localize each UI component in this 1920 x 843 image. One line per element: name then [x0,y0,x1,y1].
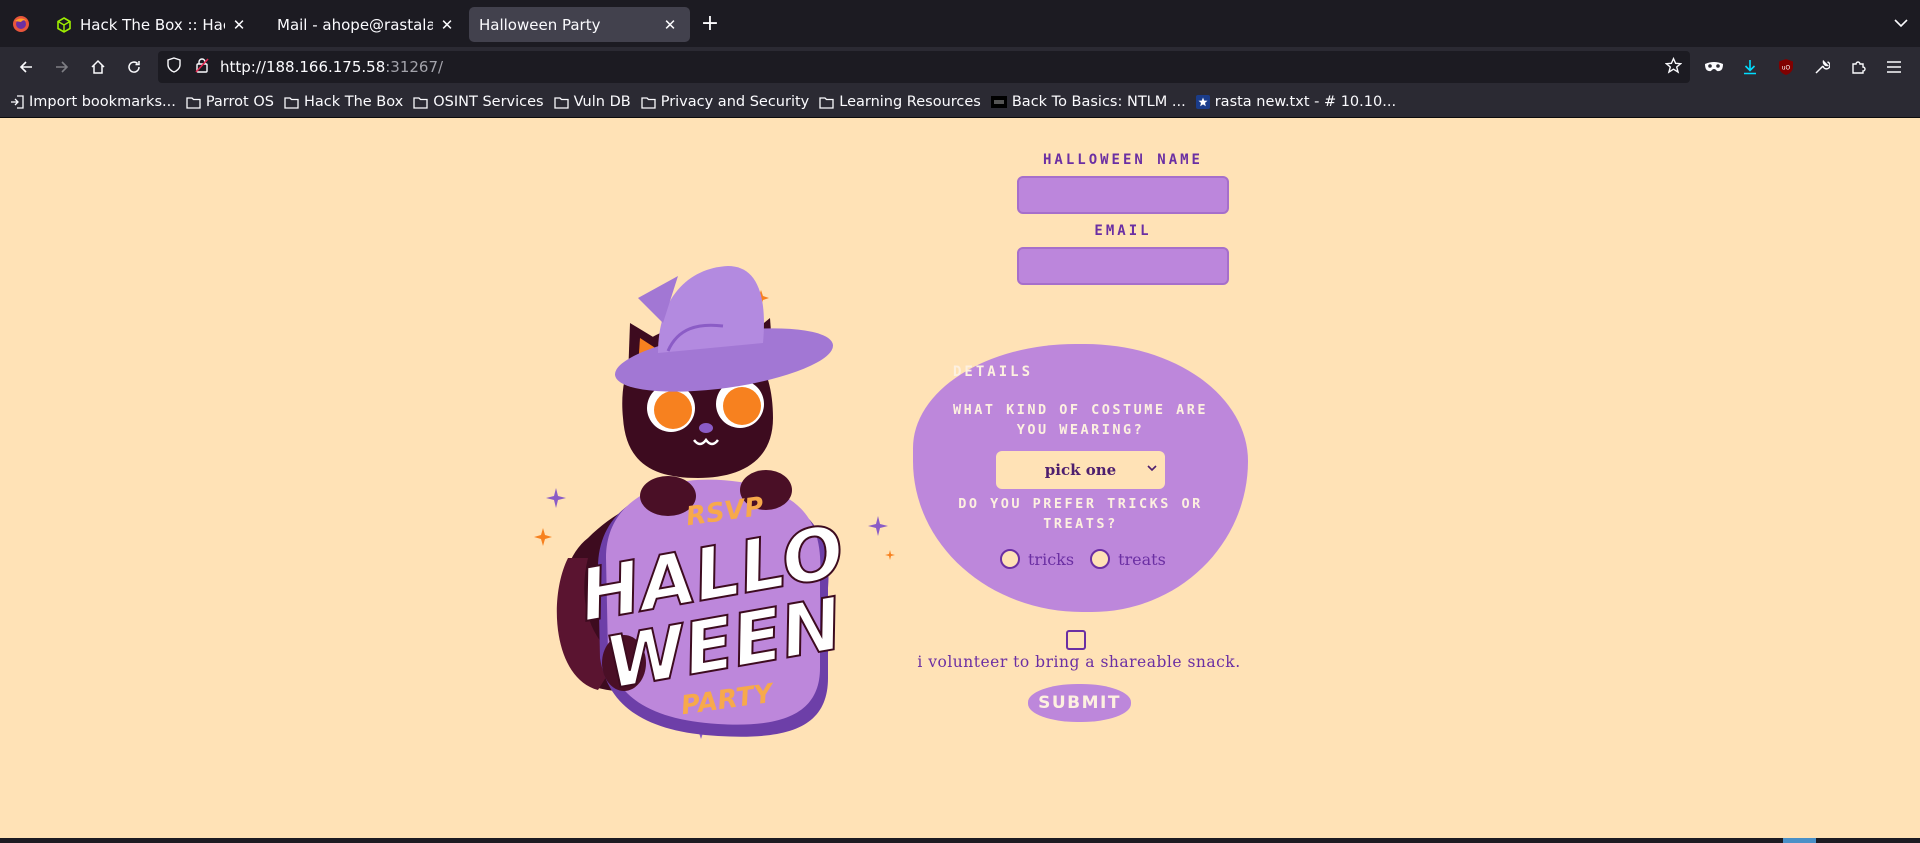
costume-select-value: pick one [1044,461,1117,479]
page-viewport: RSVP HALLO WEEN PARTY HALLOWEEN NAME EMA… [0,118,1920,838]
folder-icon [819,96,834,109]
star-site-icon [1195,95,1210,109]
bookmark-folder-learning-resources[interactable]: Learning Resources [819,94,981,110]
extensions-puzzle-icon[interactable] [1840,51,1876,83]
navigation-toolbar: http://188.166.175.58:31267/ uO [0,47,1920,87]
back-arrow-icon[interactable] [8,51,44,83]
sparkle-icon [868,516,888,536]
rsvp-form: HALLOWEEN NAME EMAIL [908,152,1338,285]
close-tab-icon[interactable]: ✕ [660,15,680,35]
bookmark-folder-vuln-db[interactable]: Vuln DB [553,94,631,110]
costume-select[interactable]: pick one [996,451,1165,489]
details-section: DETAILS WHAT KIND OF COSTUME ARE YOU WEA… [913,344,1248,612]
bookmark-label: Learning Resources [839,94,981,110]
bookmark-label: Parrot OS [205,94,274,110]
costume-question: WHAT KIND OF COSTUME ARE YOU WEARING? [952,402,1209,438]
submit-button[interactable]: SUBMIT [1028,684,1131,722]
wrench-tools-icon[interactable] [1804,51,1840,83]
tab-label: Mail - ahope@rastalabs.local [277,15,433,34]
email-input[interactable] [1017,247,1229,285]
tricks-radio-label: tricks [1028,549,1075,569]
folder-icon [641,96,656,109]
tab-label: Hack The Box :: Hack The Box [80,15,225,34]
treats-radio[interactable] [1090,549,1111,569]
list-all-tabs-chevron-icon[interactable] [1894,13,1908,32]
import-icon [10,95,24,109]
hamburger-menu-icon[interactable] [1876,51,1912,83]
insecure-lock-icon[interactable] [194,57,210,77]
treats-radio-label: treats [1118,549,1166,569]
snack-volunteer-checkbox[interactable] [1066,630,1086,650]
url-text: http://188.166.175.58:31267/ [220,58,443,76]
close-tab-icon[interactable]: ✕ [229,15,249,35]
bookmark-label: Import bookmarks... [29,94,176,110]
sparkle-icon [534,528,552,546]
bookmark-label: OSINT Services [433,94,544,110]
site-icon [990,96,1007,108]
home-icon[interactable] [80,51,116,83]
folder-icon [553,96,569,109]
details-title: DETAILS [953,364,1034,380]
chevron-down-icon [1147,462,1157,475]
bookmark-label: Vuln DB [573,94,631,110]
bookmark-star-icon[interactable] [1664,56,1683,78]
tricks-treats-radio-group: tricks treats [1000,549,1182,569]
sparkle-icon [546,488,566,508]
tab-label: Halloween Party [479,15,601,34]
close-tab-icon[interactable]: ✕ [437,15,457,35]
tricks-or-treats-question: DO YOU PREFER TRICKS OR TREATS? [958,496,1203,532]
url-host: http://188.166.175.58 [220,58,386,76]
bookmark-folder-hack-the-box[interactable]: Hack The Box [284,94,403,110]
bookmark-rasta-new[interactable]: rasta new.txt - # 10.10... [1195,94,1397,110]
tab-mail[interactable]: Mail - ahope@rastalabs.local ✕ [261,7,467,42]
bookmark-folder-parrot-os[interactable]: Parrot OS [186,94,274,110]
tab-bar: Hack The Box :: Hack The Box ✕ Mail - ah… [0,0,1920,47]
bookmark-label: rasta new.txt - # 10.10... [1214,94,1397,110]
bookmark-folder-osint-services[interactable]: OSINT Services [413,94,544,110]
private-mask-icon[interactable] [1696,51,1732,83]
halloween-cat-illustration: RSVP HALLO WEEN PARTY [528,258,908,762]
bookmark-label: Hack The Box [303,94,404,110]
tab-hackthebox[interactable]: Hack The Box :: Hack The Box ✕ [46,7,259,42]
snack-volunteer-label: i volunteer to bring a shareable snack. [917,653,1241,671]
bookmark-folder-privacy-security[interactable]: Privacy and Security [641,94,810,110]
folder-icon [284,96,299,109]
bookmark-label: Back To Basics: NTLM ... [1011,94,1186,110]
address-bar[interactable]: http://188.166.175.58:31267/ [158,51,1690,83]
new-tab-plus-icon[interactable]: + [694,8,726,40]
forward-arrow-icon[interactable] [44,51,80,83]
sparkle-icon [885,550,895,560]
folder-icon [413,96,428,109]
ublock-origin-icon[interactable]: uO [1768,51,1804,83]
url-port-path: :31267/ [385,58,444,76]
bookmark-label: Privacy and Security [660,94,810,110]
status-accent [1783,838,1816,843]
tracking-protection-shield-icon[interactable] [166,57,182,77]
bookmark-import[interactable]: Import bookmarks... [10,94,176,110]
bookmark-ntlm[interactable]: Back To Basics: NTLM ... [990,94,1186,110]
halloween-name-input[interactable] [1017,176,1229,214]
tab-halloween-party[interactable]: Halloween Party ✕ [469,7,690,42]
bookmarks-toolbar: Import bookmarks... Parrot OS Hack The B… [0,87,1920,118]
halloween-name-label: HALLOWEEN NAME [1042,152,1203,168]
email-label: EMAIL [1094,223,1152,239]
bottom-status-strip [0,838,1920,843]
downloads-icon[interactable] [1732,51,1768,83]
svg-text:uO: uO [1782,65,1791,72]
hackthebox-cube-icon [56,16,72,33]
folder-icon [186,96,201,109]
tricks-radio[interactable] [1000,549,1020,569]
firefox-logo-icon[interactable] [0,0,42,47]
reload-icon[interactable] [116,51,152,83]
